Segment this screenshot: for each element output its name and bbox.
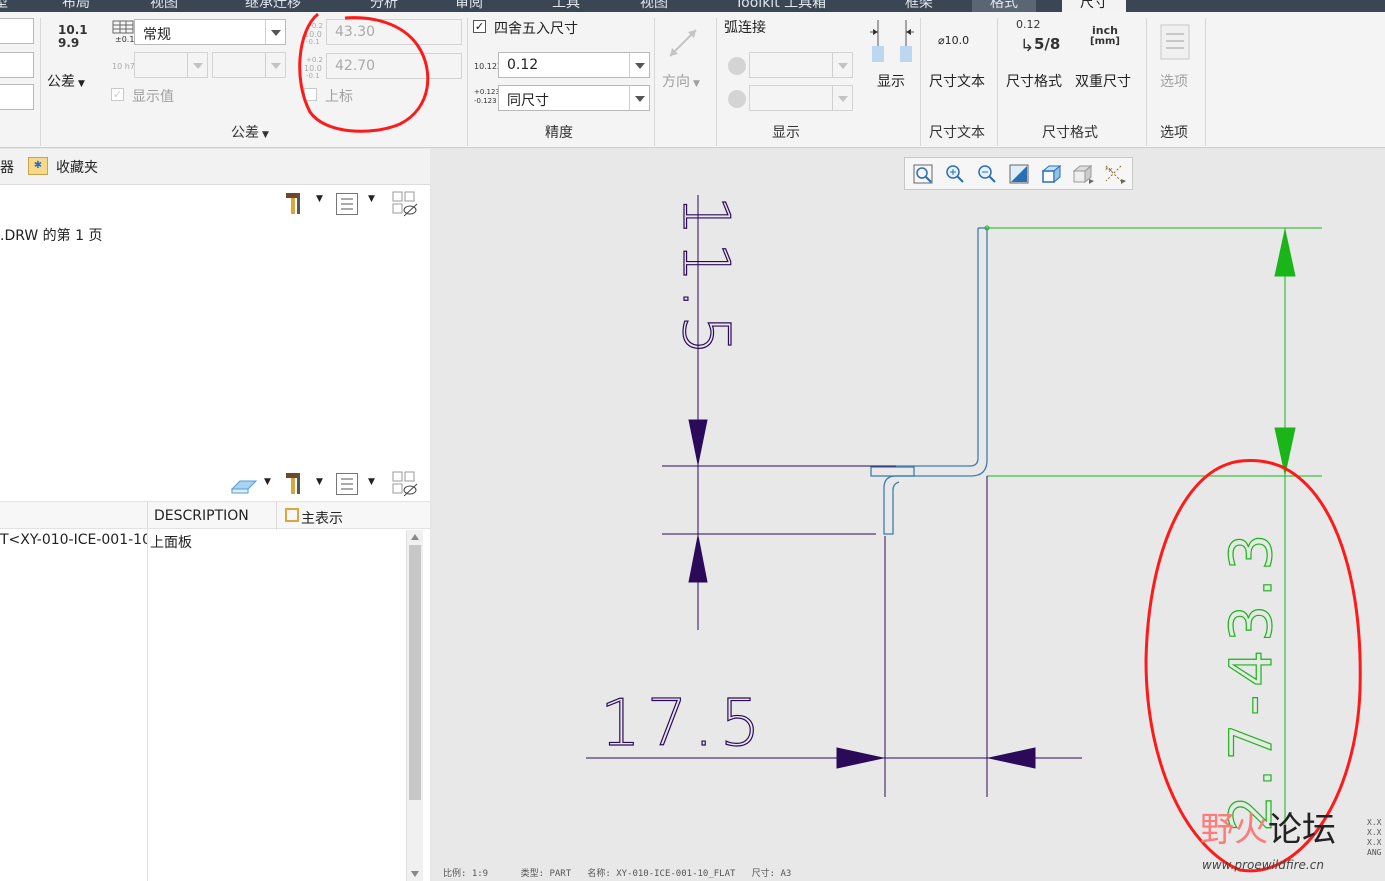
annotation-red-circle-tolerance bbox=[298, 12, 430, 133]
tolerance-table-corner: X.X X.X X.X ANG bbox=[1367, 818, 1382, 857]
view-toolbar: *x bbox=[904, 157, 1133, 190]
svg-text:*x: *x bbox=[1105, 166, 1113, 174]
part-outline bbox=[870, 227, 988, 535]
dimension-vertical-label[interactable]: 11.5 bbox=[667, 194, 742, 362]
display-style-icon[interactable] bbox=[1040, 163, 1062, 185]
title-block-status: 比例: 1:9 类型: PART 名称: XY-010-ICE-001-10_F… bbox=[443, 869, 792, 879]
dimension-horizontal-label[interactable]: 17.5 bbox=[599, 686, 767, 761]
zoom-in-icon[interactable] bbox=[945, 164, 965, 184]
drawing-graphics: 11.5 17.5 2.7-43.3 bbox=[298, 12, 1362, 873]
watermark-logo: 野火论坛 bbox=[1200, 810, 1336, 850]
zoom-out-icon[interactable] bbox=[977, 164, 997, 184]
refit-icon[interactable] bbox=[913, 164, 933, 184]
datum-display-icon[interactable]: *x bbox=[1103, 163, 1127, 185]
repaint-icon[interactable] bbox=[1009, 164, 1029, 184]
saved-orientation-icon[interactable] bbox=[1071, 163, 1095, 185]
dimension-green-label[interactable]: 2.7-43.3 bbox=[1216, 525, 1285, 833]
watermark-url: www.proewildfire.cn bbox=[1202, 858, 1324, 872]
